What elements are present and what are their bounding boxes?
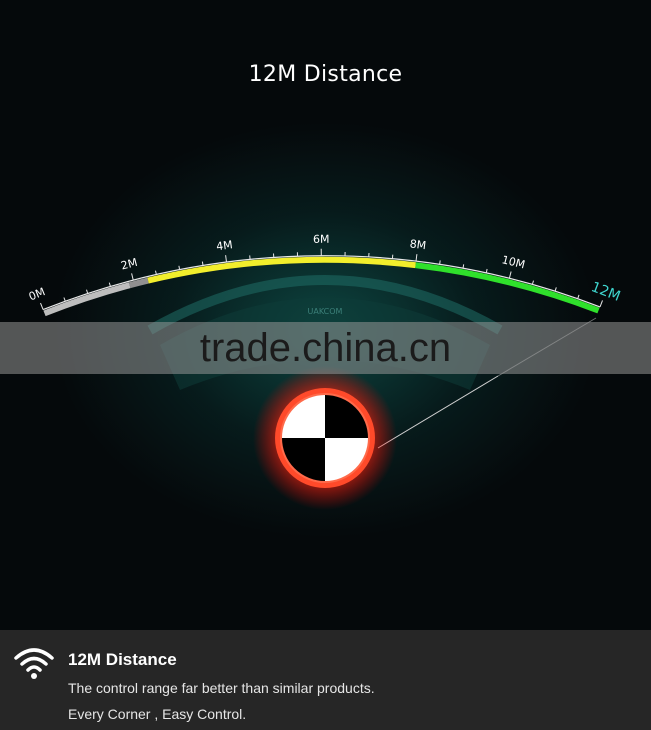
hero-panel: UAKCOM 0M 2M 4M 6M 8M 10M 12M 12M Distance <box>0 0 651 630</box>
scale-tick <box>577 294 580 299</box>
scale-tick <box>462 264 465 269</box>
feature-description: The control range far better than simila… <box>68 680 375 696</box>
distance-scale: UAKCOM 0M 2M 4M 6M 8M 10M 12M <box>27 233 623 510</box>
watermark: trade.china.cn <box>0 322 651 374</box>
scale-tick <box>63 297 66 302</box>
wifi-icon <box>14 648 54 679</box>
scale-tick <box>108 282 111 287</box>
watermark-text: trade.china.cn <box>199 325 452 370</box>
scale-tick <box>508 271 512 279</box>
scale-label-8m: 8M <box>409 237 427 252</box>
scale-segment-1 <box>128 277 149 289</box>
scale-tick <box>131 273 134 281</box>
scale-tick <box>531 280 534 285</box>
scale-tick <box>225 255 227 263</box>
scale-label-12m: 12M <box>589 279 623 305</box>
scale-segment-2 <box>147 256 416 284</box>
scale-tick <box>599 300 603 308</box>
scale-tick <box>178 265 181 270</box>
scale-label-0m: 0M <box>27 285 47 303</box>
feature-title: 12M Distance <box>68 650 177 669</box>
page-title: 12M Distance <box>248 62 403 87</box>
scale-tick <box>554 287 557 292</box>
scale-tick <box>201 261 204 266</box>
scale-segment-0 <box>43 282 131 317</box>
scale-label-2m: 2M <box>120 256 139 273</box>
device-label: UAKCOM <box>308 307 343 316</box>
scale-tick <box>40 302 44 310</box>
scale-tick <box>415 254 418 262</box>
feature-footer: 12M Distance The control range far bette… <box>0 630 651 730</box>
scale-labels: 0M 2M 4M 6M 8M 10M 12M <box>27 233 623 305</box>
scale-label-10m: 10M <box>500 253 526 271</box>
scale-label-6m: 6M <box>313 233 330 246</box>
scale-tick <box>86 289 89 294</box>
scale-tick <box>439 260 441 265</box>
scale-label-4m: 4M <box>215 238 233 253</box>
target-icon <box>253 366 397 510</box>
feature-tagline: Every Corner , Easy Control. <box>68 706 247 722</box>
